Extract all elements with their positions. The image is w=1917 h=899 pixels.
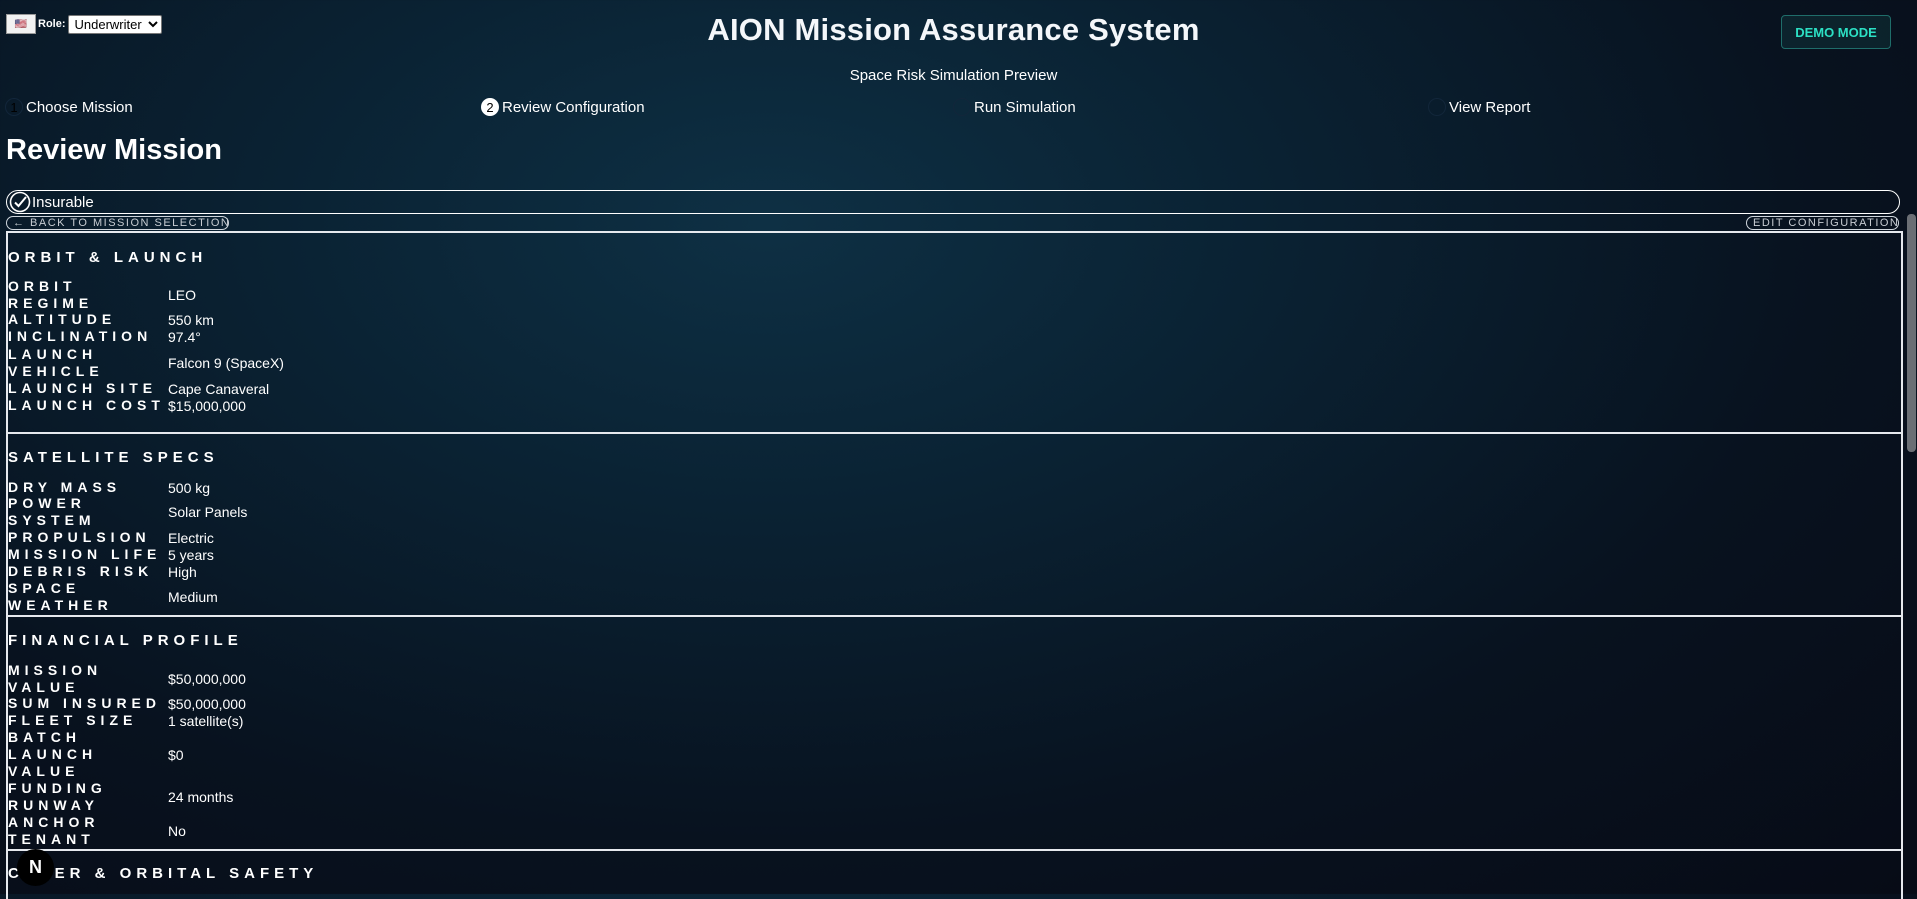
row-value: Medium [168, 589, 218, 605]
scrollbar-thumb[interactable] [1907, 214, 1916, 452]
row-value: 24 months [168, 789, 234, 805]
row-altitude: Altitude 550 km [8, 311, 214, 328]
row-label: Altitude [8, 311, 117, 327]
row-label: Mission Life [8, 546, 162, 562]
status-text: Insurable [32, 193, 94, 211]
section-financial-profile: FINANCIAL PROFILE Mission Value $50,000,… [6, 615, 1903, 849]
step-label: Run Simulation [974, 98, 1076, 116]
row-launch-vehicle: Launch Vehicle Falcon 9 (SpaceX) [8, 346, 284, 380]
dev-tools-badge[interactable]: N [17, 849, 54, 886]
row-dry-mass: Dry Mass 500 kg [8, 479, 210, 496]
row-label: Anchor Tenant [8, 814, 100, 847]
section-satellite-specs: SATELLITE SPECS Dry Mass 500 kg Power Sy… [6, 432, 1903, 615]
row-value: High [168, 563, 197, 580]
check-circle-icon [9, 191, 31, 213]
row-value: 550 km [168, 311, 214, 328]
row-label: Batch Launch Value [8, 729, 98, 779]
row-value: $0 [168, 746, 184, 763]
row-mission-value: Mission Value $50,000,000 [8, 662, 246, 696]
row-launch-cost: Launch Cost $15,000,000 [8, 397, 246, 414]
section-title: CYBER & ORBITAL SAFETY [8, 865, 319, 882]
row-mission-life: Mission Life 5 years [8, 546, 214, 563]
step-label: Review Configuration [502, 98, 645, 116]
top-bar: 🇺🇸 Role: Underwriter AION Mission Assura… [0, 0, 1917, 100]
page-title: Review Mission [6, 134, 222, 166]
row-value: 97.4° [168, 328, 201, 345]
demo-mode-button[interactable]: DEMO MODE [1781, 15, 1891, 49]
row-label: Orbit Regime [8, 278, 94, 311]
row-value: $50,000,000 [168, 695, 246, 712]
step-choose-mission[interactable]: 1 Choose Mission [5, 98, 133, 116]
status-badge: Insurable [6, 190, 1900, 214]
row-orbit-regime: Orbit Regime LEO [8, 278, 196, 312]
step-number: 2 [481, 98, 499, 116]
row-label: Launch Vehicle [8, 346, 104, 379]
row-value: Falcon 9 (SpaceX) [168, 355, 284, 371]
row-propulsion: Propulsion Electric [8, 529, 214, 546]
row-space-weather: Space Weather Medium [8, 580, 218, 614]
step-label: View Report [1449, 98, 1531, 116]
row-label: Launch Site [8, 380, 158, 396]
row-batch-launch-value: Batch Launch Value $0 [8, 729, 184, 780]
row-value: 5 years [168, 546, 214, 563]
row-sum-insured: Sum Insured $50,000,000 [8, 695, 246, 712]
row-label: Space Weather [8, 580, 113, 613]
row-value: $50,000,000 [168, 671, 246, 687]
edit-configuration-link[interactable]: EDIT CONFIGURATION [1746, 216, 1899, 230]
row-anchor-tenant: Anchor Tenant No [8, 814, 186, 848]
row-value: 500 kg [168, 479, 211, 496]
back-to-mission-selection-link[interactable]: ← BACK TO MISSION SELECTION [6, 216, 229, 230]
row-label: Propulsion [8, 529, 151, 545]
review-sections: ORBIT & LAUNCH Orbit Regime LEO Altitude… [6, 231, 1903, 899]
row-value: 1 satellite(s) [168, 712, 244, 729]
section-orbit-launch: ORBIT & LAUNCH Orbit Regime LEO Altitude… [6, 231, 1903, 432]
row-label: Power System [8, 495, 96, 528]
scrollbar[interactable] [1906, 0, 1917, 894]
step-number: 1 [5, 98, 23, 116]
row-value: Solar Panels [168, 504, 248, 520]
section-title: SATELLITE SPECS [8, 449, 219, 466]
step-view-report[interactable]: View Report [1428, 98, 1530, 116]
step-run-simulation[interactable]: Run Simulation [953, 98, 1076, 116]
row-power-system: Power System Solar Panels [8, 495, 247, 529]
step-label: Choose Mission [26, 98, 133, 116]
step-number [953, 98, 971, 116]
row-label: Funding Runway [8, 780, 107, 813]
row-label: Dry Mass [8, 479, 122, 495]
section-cyber-orbital-safety: CYBER & ORBITAL SAFETY [6, 849, 1903, 899]
row-label: Fleet Size [8, 712, 138, 728]
step-number [1428, 98, 1446, 116]
section-title: FINANCIAL PROFILE [8, 632, 243, 649]
step-review-configuration[interactable]: 2 Review Configuration [481, 98, 645, 116]
row-value: Cape Canaveral [168, 380, 270, 397]
row-value: No [168, 823, 186, 839]
wizard-steps: 1 Choose Mission 2 Review Configuration … [0, 98, 1917, 120]
row-label: Inclination [8, 328, 153, 344]
row-inclination: Inclination 97.4° [8, 328, 201, 345]
row-label: Debris Risk [8, 563, 154, 579]
app-title: AION Mission Assurance System [707, 12, 1200, 47]
row-value: LEO [168, 287, 197, 303]
row-label: Sum Insured [8, 695, 162, 711]
row-debris-risk: Debris Risk High [8, 563, 197, 580]
section-title: ORBIT & LAUNCH [8, 249, 208, 266]
row-value: Electric [168, 529, 214, 546]
row-fleet-size: Fleet Size 1 satellite(s) [8, 712, 243, 729]
row-funding-runway: Funding Runway 24 months [8, 780, 233, 814]
row-label: Launch Cost [8, 397, 165, 413]
app-subtitle: Space Risk Simulation Preview [849, 67, 1058, 84]
row-launch-site: Launch Site Cape Canaveral [8, 380, 269, 397]
row-label: Mission Value [8, 662, 103, 695]
row-value: $15,000,000 [168, 397, 246, 414]
